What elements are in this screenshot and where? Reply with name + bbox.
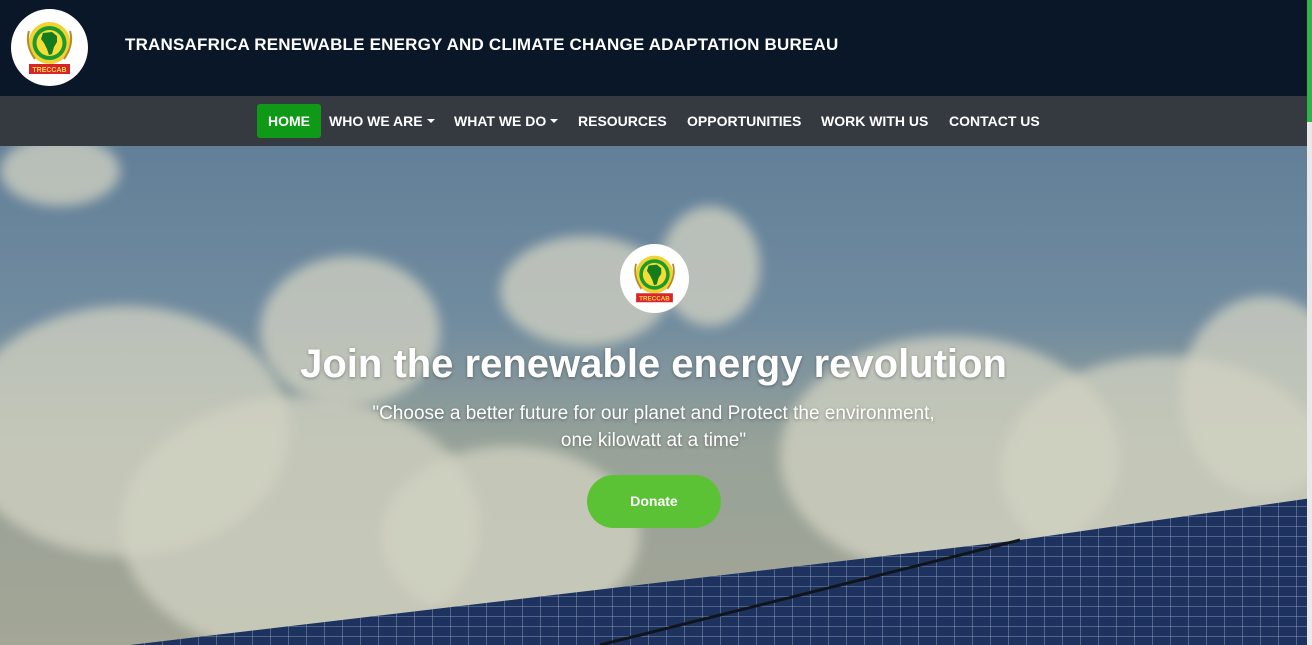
chevron-down-icon <box>550 119 559 123</box>
hero-logo: TRECCAB <box>620 244 689 313</box>
nav-work-with-us-label: WORK WITH US <box>821 113 929 129</box>
nav-who-we-are-label: WHO WE ARE <box>329 113 423 129</box>
nav-resources-label: RESOURCES <box>578 113 667 129</box>
page-scrollbar[interactable] <box>1307 0 1312 645</box>
nav-who-we-are[interactable]: WHO WE ARE <box>329 104 435 138</box>
nav-contact-us[interactable]: CONTACT US <box>949 104 1040 138</box>
nav-what-we-do[interactable]: WHAT WE DO <box>454 104 559 138</box>
hero-logo-text: TRECCAB <box>639 295 670 302</box>
hero-overlay <box>0 146 1312 645</box>
hero-quote-line-2: one kilowatt at a time" <box>560 430 747 451</box>
site-header: TRECCAB TRANSAFRICA RENEWABLE ENERGY AND… <box>0 0 1312 96</box>
hero-quote: "Choose a better future for our planet a… <box>0 400 1307 454</box>
nav-work-with-us[interactable]: WORK WITH US <box>821 104 928 138</box>
scrollbar-thumb[interactable] <box>1307 0 1312 122</box>
main-navbar: HOME WHO WE ARE WHAT WE DO RESOURCES OPP… <box>0 96 1312 146</box>
nav-home[interactable]: HOME <box>257 104 321 138</box>
hero-quote-line-1: "Choose a better future for our planet a… <box>372 403 935 424</box>
hero-heading: Join the renewable energy revolution <box>300 342 1007 386</box>
hero-section: TRECCAB Join the renewable energy revolu… <box>0 146 1312 645</box>
nav-opportunities-label: OPPORTUNITIES <box>687 113 802 129</box>
logo-text: TRECCAB <box>32 67 66 74</box>
treccab-emblem-icon: TRECCAB <box>634 255 675 302</box>
treccab-emblem-icon: TRECCAB <box>26 22 73 74</box>
chevron-down-icon <box>426 119 435 123</box>
donate-button[interactable]: Donate <box>587 475 721 528</box>
nav-contact-us-label: CONTACT US <box>949 113 1040 129</box>
nav-what-we-do-label: WHAT WE DO <box>454 113 547 129</box>
site-title[interactable]: TRANSAFRICA RENEWABLE ENERGY AND CLIMATE… <box>125 35 838 55</box>
nav-resources[interactable]: RESOURCES <box>578 104 667 138</box>
nav-home-label: HOME <box>268 113 310 129</box>
nav-opportunities[interactable]: OPPORTUNITIES <box>687 104 801 138</box>
site-logo[interactable]: TRECCAB <box>11 9 88 86</box>
